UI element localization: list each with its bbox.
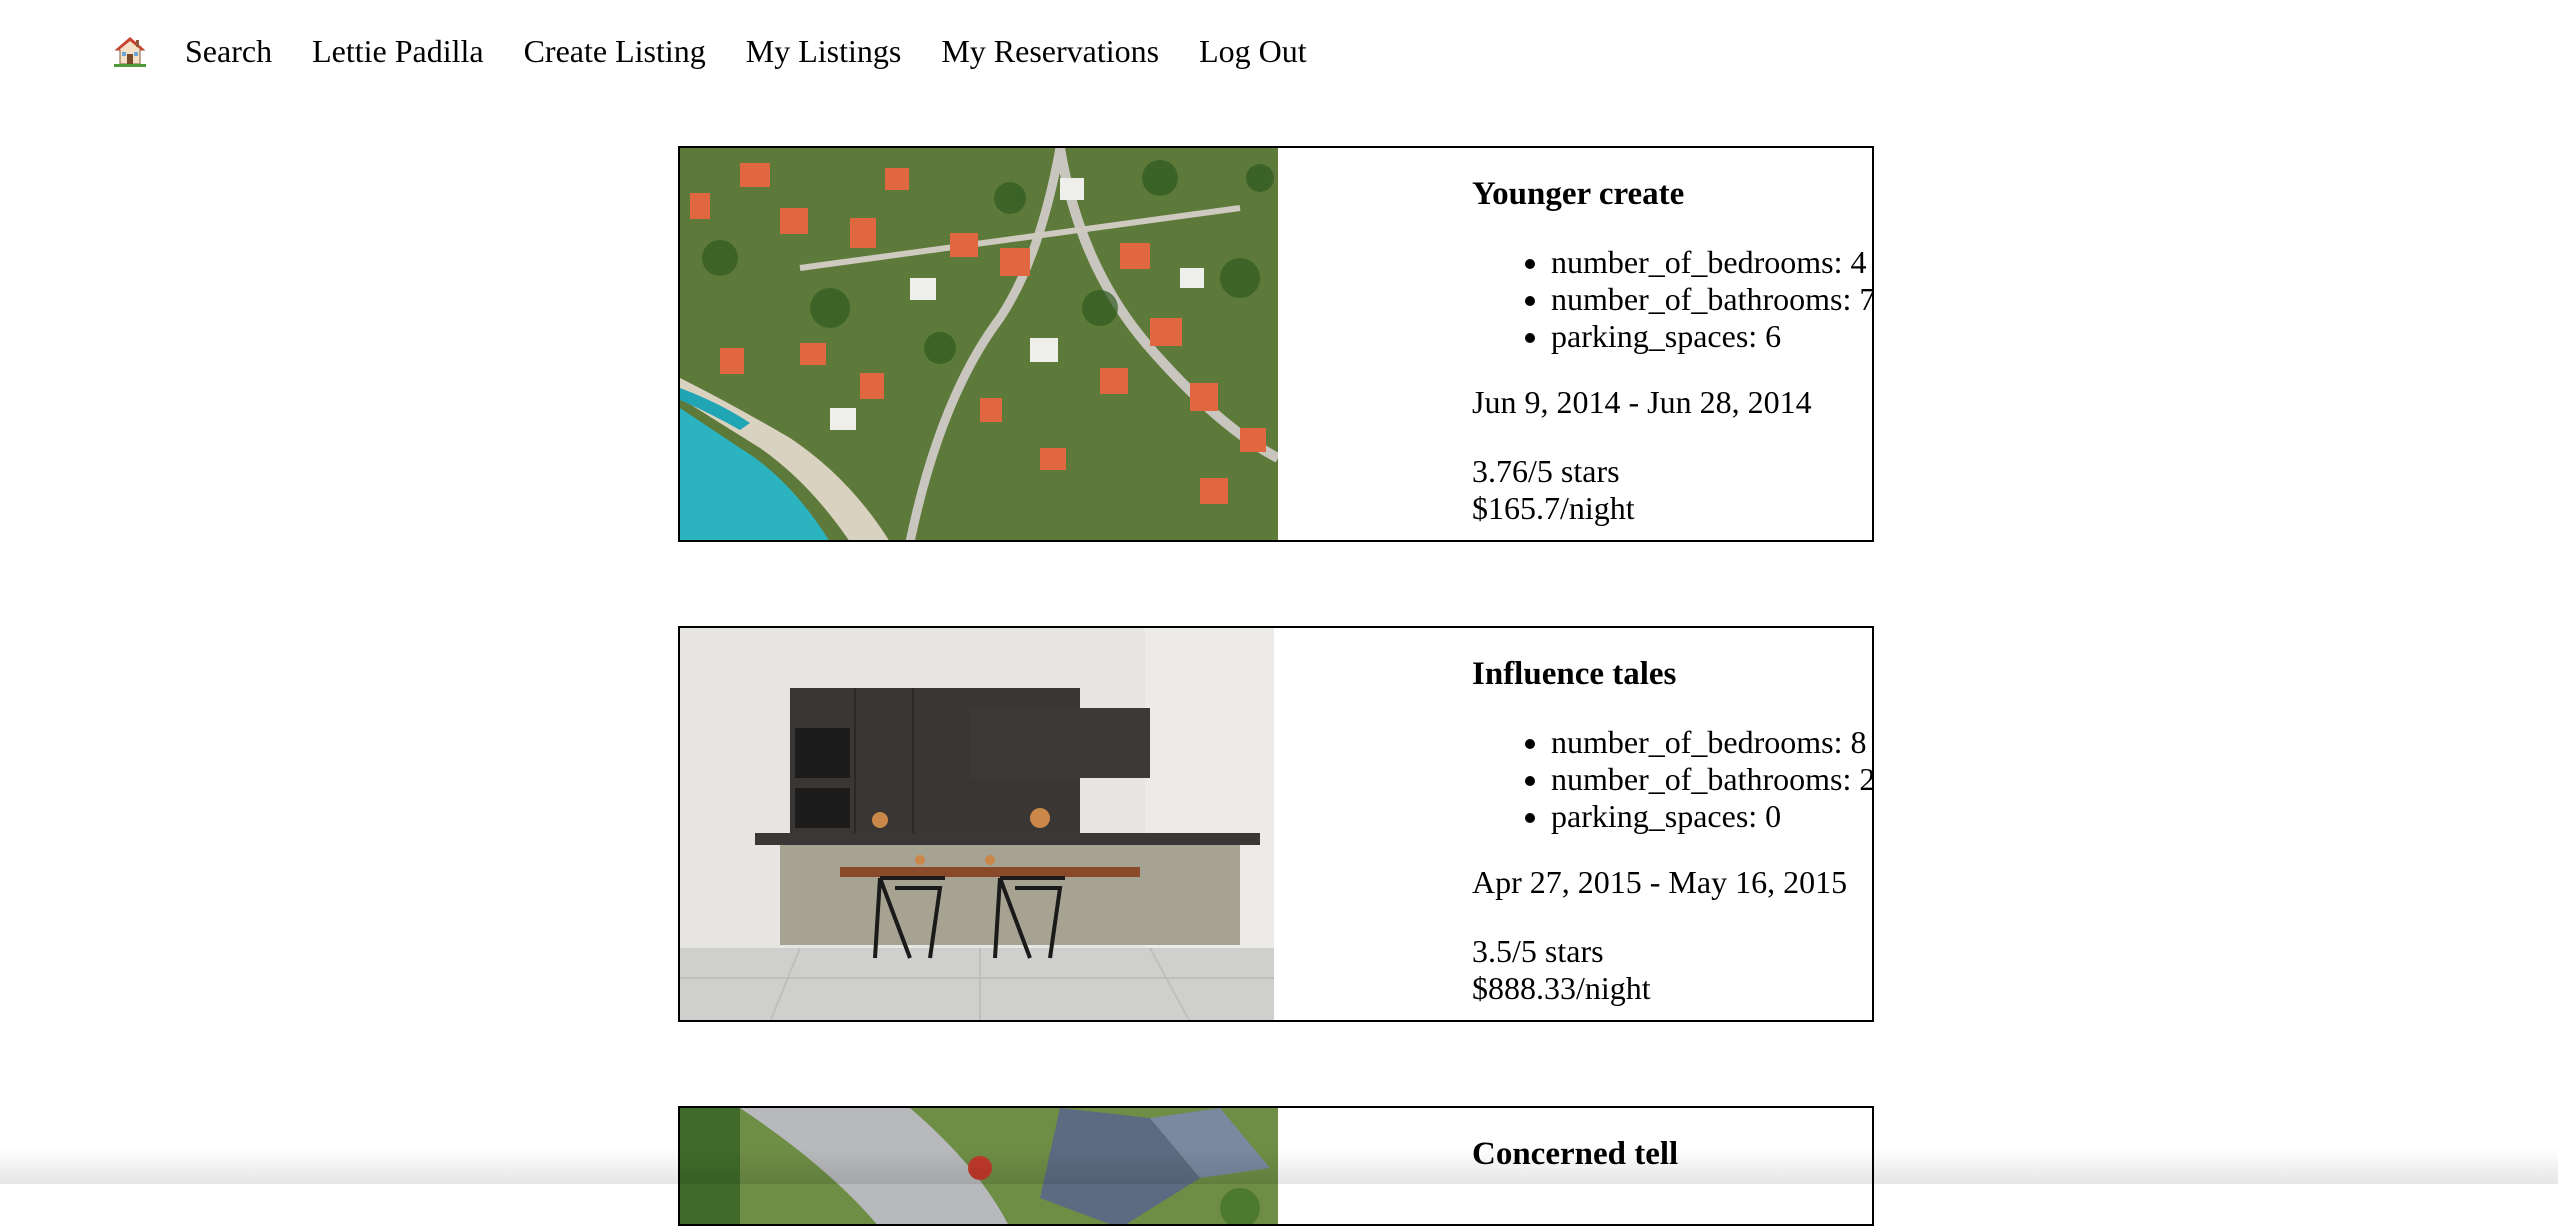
- listing-photo[interactable]: [680, 628, 1274, 1022]
- listing-details: Concerned tell: [1472, 1108, 1872, 1224]
- listing-card[interactable]: Younger create number_of_bedrooms: 4 num…: [678, 146, 1874, 542]
- nav-profile-link[interactable]: Lettie Padilla: [312, 33, 484, 70]
- nav-logout-link[interactable]: Log Out: [1199, 33, 1307, 70]
- listing-title: Younger create: [1472, 176, 1684, 213]
- listing-rating: 3.5/5 stars: [1472, 933, 1604, 970]
- listing-card[interactable]: Concerned tell: [678, 1106, 1874, 1226]
- nav-my-reservations-link[interactable]: My Reservations: [941, 33, 1159, 70]
- nav-my-listings-link[interactable]: My Listings: [746, 33, 902, 70]
- feature-parking: parking_spaces: 0: [1551, 798, 1872, 835]
- listing-photo[interactable]: [680, 148, 1278, 542]
- listing-title: Influence tales: [1472, 656, 1676, 693]
- listing-dates: Jun 9, 2014 - Jun 28, 2014: [1472, 384, 1812, 421]
- listing-price: $165.7/night: [1472, 490, 1635, 527]
- listing-rating: 3.76/5 stars: [1472, 453, 1620, 490]
- feature-bedrooms: number_of_bedrooms: 8: [1551, 724, 1872, 761]
- nav-create-listing-link[interactable]: Create Listing: [524, 33, 706, 70]
- top-nav: Search Lettie Padilla Create Listing My …: [113, 28, 1347, 74]
- listing-details: Influence tales number_of_bedrooms: 8 nu…: [1472, 628, 1872, 1020]
- listing-title: Concerned tell: [1472, 1136, 1678, 1173]
- nav-search-link[interactable]: Search: [185, 33, 272, 70]
- listing-card[interactable]: Influence tales number_of_bedrooms: 8 nu…: [678, 626, 1874, 1022]
- listing-price: $888.33/night: [1472, 970, 1651, 1007]
- feature-bedrooms: number_of_bedrooms: 4: [1551, 244, 1872, 281]
- feature-bathrooms: number_of_bathrooms: 7: [1551, 281, 1872, 318]
- listing-features: number_of_bedrooms: 4 number_of_bathroom…: [1472, 244, 1872, 355]
- listing-photo[interactable]: [680, 1108, 1278, 1226]
- listing-dates: Apr 27, 2015 - May 16, 2015: [1472, 864, 1847, 901]
- home-icon[interactable]: [113, 32, 147, 70]
- listing-features: number_of_bedrooms: 8 number_of_bathroom…: [1472, 724, 1872, 835]
- feature-bathrooms: number_of_bathrooms: 2: [1551, 761, 1872, 798]
- listing-details: Younger create number_of_bedrooms: 4 num…: [1472, 148, 1872, 540]
- house-icon: [114, 35, 146, 67]
- feature-parking: parking_spaces: 6: [1551, 318, 1872, 355]
